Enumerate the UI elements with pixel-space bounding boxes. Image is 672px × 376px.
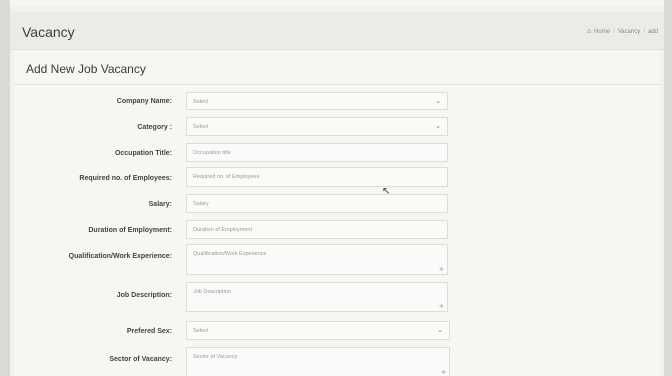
salary-placeholder: Salary [193,201,209,207]
occupation-title-placeholder: Occupation title [193,150,231,156]
resize-handle-icon[interactable]: ≑ [439,266,444,273]
qualification-label: Qualification/Work Experience: [68,253,172,260]
breadcrumb-vacancy[interactable]: Vacancy [618,29,641,35]
salary-label: Salary: [148,201,172,208]
occupation-title-label: Occupation Title: [114,150,172,157]
chevron-down-icon: ⌄ [435,98,441,105]
salary-input[interactable]: Salary [186,194,448,213]
job-description-textarea[interactable]: Job Description ≑ [186,282,448,312]
resize-handle-icon[interactable]: ≑ [439,303,444,310]
breadcrumb-separator: / [613,28,615,35]
breadcrumb-separator: / [643,28,645,35]
category-label: Category : [137,124,172,131]
duration-label: Duration of Employment: [88,227,172,234]
category-value: Select [193,124,209,130]
category-select[interactable]: Select ⌄ [186,117,448,136]
page-header: Vacancy ⌂ Home / Vacancy / add [10,12,664,50]
required-employees-input[interactable]: Required no. of Employees [186,167,448,187]
occupation-title-input[interactable]: Occupation title [186,143,448,162]
sector-textarea[interactable]: Sector of Vacancy ≑ [186,347,450,376]
breadcrumb-add: add [647,28,658,35]
job-description-placeholder: Job Description [193,289,231,295]
qualification-placeholder: Qualification/Work Experience [193,251,267,257]
home-icon[interactable]: ⌂ [587,28,591,35]
chevron-down-icon: ⌄ [437,327,443,334]
qualification-textarea[interactable]: Qualification/Work Experience ≑ [186,244,448,275]
form-title: Add New Job Vacancy [26,62,146,76]
vacancy-form-card: Add New Job Vacancy Company Name: Select… [14,50,660,376]
required-employees-placeholder: Required no. of Employees [193,174,260,180]
company-name-label: Company Name: [116,98,172,105]
duration-input[interactable]: Duration of Employment [186,220,448,239]
sector-placeholder: Sector of Vacancy [193,354,238,360]
chevron-down-icon: ⌄ [435,123,441,130]
breadcrumb: ⌂ Home / Vacancy / add [587,28,658,35]
divider [14,84,660,85]
preferred-sex-select[interactable]: Select ⌄ [186,321,450,340]
breadcrumb-home[interactable]: Home [594,29,610,35]
preferred-sex-value: Select [193,328,209,334]
page-title: Vacancy [22,24,75,40]
job-description-label: Job Description: [116,292,172,299]
sector-label: Sector of Vacancy: [109,356,172,363]
mouse-cursor-icon: ↖ [382,186,391,197]
company-name-value: Select [193,99,209,105]
resize-handle-icon[interactable]: ≑ [441,369,446,376]
company-name-select[interactable]: Select ⌄ [186,92,448,110]
duration-placeholder: Duration of Employment [193,227,252,233]
app-screen: Vacancy ⌂ Home / Vacancy / add Add New J… [10,0,664,376]
required-employees-label: Required no. of Employees: [79,175,172,182]
preferred-sex-label: Prefered Sex: [126,328,172,335]
